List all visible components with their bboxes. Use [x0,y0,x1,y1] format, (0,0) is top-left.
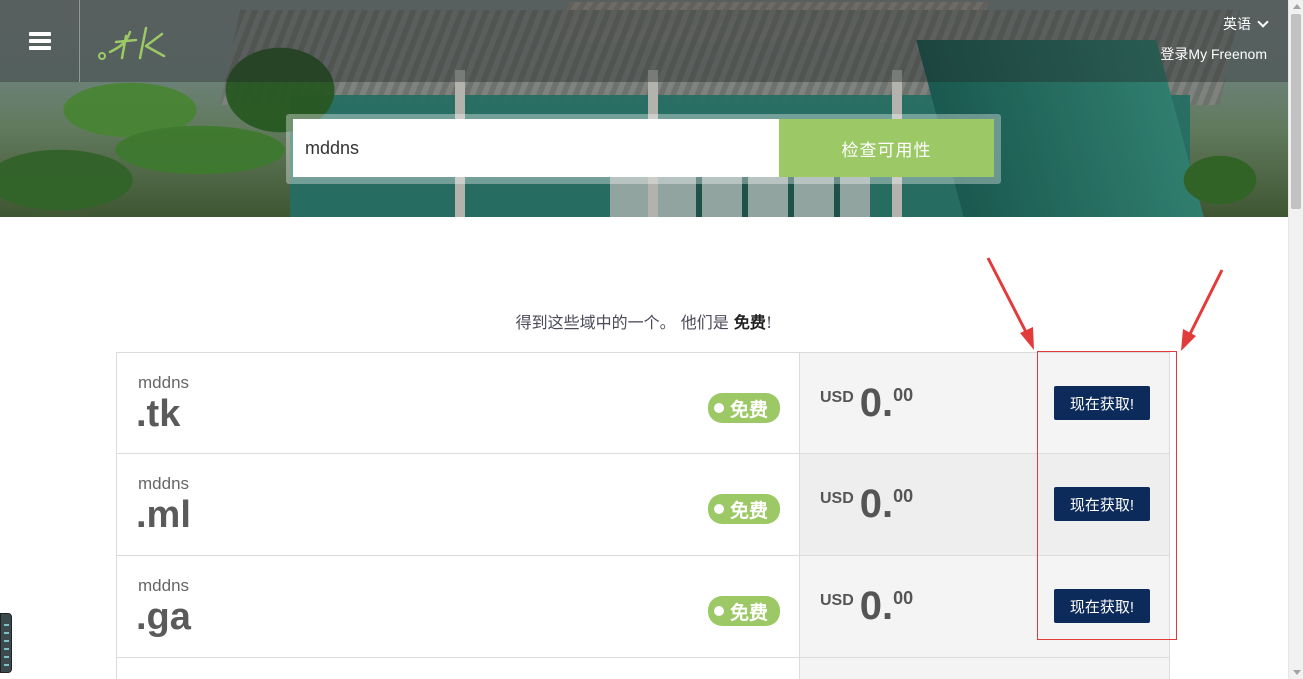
side-widget[interactable] [0,613,12,673]
scroll-down-arrow-icon[interactable] [1293,670,1301,675]
tagline-emphasis: 免费 [733,313,766,332]
price-decimal: 00 [893,588,914,608]
domain-name: mddns [138,474,190,493]
price-integer: 0. [859,381,894,425]
domain-info-cell [117,658,800,679]
domain-tld: .ga [136,596,191,638]
domain-tld: .ml [136,494,191,536]
dot-icon [714,403,724,413]
dot-icon [714,606,724,616]
price: USD 0. 00 [820,586,913,626]
price: USD 0. 00 [820,484,913,524]
menu-button[interactable] [0,0,80,82]
free-badge-label: 免费 [730,500,769,522]
price-decimal: 00 [893,385,914,405]
free-badge: 免费 [708,494,780,524]
price-integer: 0. [859,482,894,526]
domain-price-cell [800,658,1169,679]
free-badge-label: 免费 [730,602,769,624]
free-domains-tagline: 得到这些域中的一个。 他们是 免费! [0,309,1288,333]
domain-results-table: mddns .tk 免费 USD 0. 00 现在获取! mddns .ml 免… [116,352,1170,679]
domain-name: mddns [138,373,190,392]
hero-banner [0,0,1288,217]
free-badge-label: 免费 [730,399,769,421]
chevron-down-icon [1257,16,1269,28]
scroll-up-arrow-icon[interactable] [1293,4,1301,9]
domain-tld: .tk [136,393,181,435]
nav-overlay [0,0,1288,82]
page-scrollbar[interactable] [1288,0,1303,679]
dot-icon [714,504,724,514]
annotation-highlight-box [1037,351,1177,640]
domain-info-cell: mddns .tk 免费 [117,353,800,453]
price: USD 0. 00 [820,383,913,423]
price-currency: USD [820,490,854,507]
domain-row-ml: mddns .ml 免费 USD 0. 00 现在获取! [116,454,1170,556]
price-integer: 0. [859,584,894,628]
domain-info-cell: mddns .ga 免费 [117,556,800,657]
domain-name: mddns [138,576,190,595]
domain-row-next [116,658,1170,679]
domain-row-tk: mddns .tk 免费 USD 0. 00 现在获取! [116,352,1170,454]
tagline-suffix: ! [765,313,773,332]
language-label: 英语 [1223,16,1251,32]
tk-logo[interactable] [96,22,176,64]
login-link[interactable]: 登录My Freenom [1160,44,1267,64]
tagline-text: 得到这些域中的一个。 他们是 [515,313,734,332]
domain-info-cell: mddns .ml 免费 [117,454,800,555]
domain-search-input[interactable] [293,119,779,177]
domain-row-ga: mddns .ga 免费 USD 0. 00 现在获取! [116,556,1170,658]
language-selector[interactable]: 英语 [1223,14,1269,34]
price-currency: USD [820,389,854,406]
hamburger-icon [28,32,51,50]
price-currency: USD [820,592,854,609]
free-badge: 免费 [708,393,780,423]
check-availability-button[interactable]: 检查可用性 [779,119,994,177]
price-decimal: 00 [893,486,914,506]
free-badge: 免费 [708,596,780,626]
scrollbar-thumb[interactable] [1291,14,1301,209]
